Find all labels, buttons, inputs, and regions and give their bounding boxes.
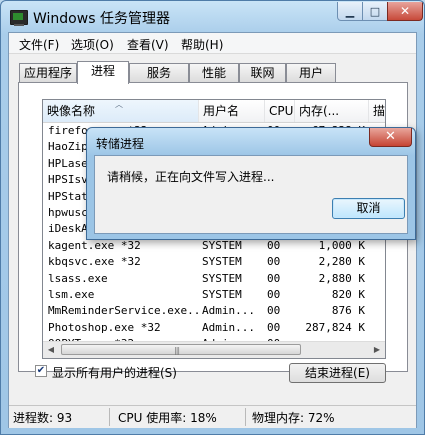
- show-all-users-label[interactable]: 显示所有用户的进程(S): [52, 364, 177, 381]
- task-manager-app-icon: [10, 10, 28, 26]
- close-icon: ✕: [385, 129, 396, 144]
- memory-cell: 2,280 K: [318, 255, 365, 269]
- column-header-memory[interactable]: 内存(...: [295, 100, 369, 122]
- cancel-button[interactable]: 取消: [332, 198, 405, 219]
- memory-cell: 287,824 K: [305, 320, 365, 334]
- grip-icon: |||: [174, 346, 180, 355]
- column-header-user[interactable]: 用户名: [199, 100, 265, 122]
- status-divider: [245, 408, 246, 426]
- dump-process-dialog: 转储进程 ✕ 请稍候，正在向文件写入进程... 取消: [86, 127, 416, 240]
- dialog-title: 转储进程: [96, 137, 145, 151]
- menu-help[interactable]: 帮助(H): [181, 36, 223, 53]
- scrollbar-thumb[interactable]: |||: [61, 344, 301, 355]
- tab-processes[interactable]: 进程: [77, 61, 129, 84]
- title-bar[interactable]: Windows 任务管理器 ▁ □ ✕: [1, 1, 424, 31]
- menu-options[interactable]: 选项(O): [71, 36, 114, 53]
- table-row[interactable]: lsass.exe SYSTEM 00 2,880 K: [43, 270, 385, 287]
- memory-cell: 2,880 K: [318, 271, 365, 285]
- list-header: ︿ 映像名称 用户名 CPU 内存(... 描: [43, 100, 385, 123]
- menu-view[interactable]: 查看(V): [127, 36, 169, 53]
- dialog-close-button[interactable]: ✕: [369, 128, 412, 147]
- close-icon: ✕: [399, 4, 411, 18]
- memory-cell: 876 K: [331, 304, 365, 318]
- dialog-message: 请稍候，正在向文件写入进程...: [107, 170, 275, 184]
- process-name-cell: kbqsvc.exe *32: [48, 255, 141, 269]
- column-header-image-name[interactable]: ︿ 映像名称: [43, 100, 199, 122]
- tab-services[interactable]: 服务: [129, 63, 189, 82]
- dialog-body: 请稍候，正在向文件写入进程... 取消: [94, 155, 408, 234]
- maximize-button[interactable]: □: [362, 2, 388, 21]
- minimize-icon: ▁: [345, 4, 355, 18]
- user-cell: SYSTEM: [202, 288, 242, 301]
- status-divider: [109, 408, 110, 426]
- horizontal-scrollbar[interactable]: ◀ ||| ▶: [43, 341, 385, 358]
- process-name-cell: lsass.exe: [48, 271, 108, 285]
- tab-users[interactable]: 用户: [286, 63, 336, 82]
- window-title: Windows 任务管理器: [33, 11, 170, 27]
- status-process-count: 进程数: 93: [13, 411, 73, 425]
- table-row[interactable]: Photoshop.exe *32 Admin... 00 287,824 K: [43, 319, 385, 336]
- column-header-cpu[interactable]: CPU: [265, 100, 295, 122]
- show-all-users-checkbox[interactable]: ✔: [35, 365, 47, 377]
- table-row[interactable]: MmReminderService.exe... Admin... 00 876 K: [43, 302, 385, 319]
- process-name-cell: lsm.exe: [48, 288, 95, 301]
- scroll-left-icon[interactable]: ◀: [43, 342, 59, 358]
- status-bar: 进程数: 93 CPU 使用率: 18% 物理内存: 72%: [9, 405, 416, 428]
- user-cell: Admin...: [202, 320, 255, 334]
- tab-performance[interactable]: 性能: [189, 63, 239, 82]
- column-header-description[interactable]: 描: [369, 100, 385, 122]
- maximize-icon: □: [369, 4, 381, 18]
- menu-bar: 文件(F) 选项(O) 查看(V) 帮助(H): [9, 33, 416, 54]
- close-button[interactable]: ✕: [387, 2, 423, 21]
- tab-networking[interactable]: 联网: [239, 63, 286, 82]
- end-process-button[interactable]: 结束进程(E): [289, 363, 386, 383]
- table-row[interactable]: lsm.exe SYSTEM 00 820 K: [43, 286, 385, 303]
- status-cpu-usage: CPU 使用率: 18%: [118, 411, 217, 425]
- minimize-button[interactable]: ▁: [337, 2, 363, 21]
- menu-file[interactable]: 文件(F): [19, 36, 59, 53]
- process-name-cell: MmReminderService.exe...: [48, 304, 198, 318]
- tab-applications[interactable]: 应用程序: [19, 63, 77, 82]
- memory-cell: 820 K: [331, 288, 365, 301]
- process-name-cell: Photoshop.exe *32: [48, 320, 161, 334]
- scroll-right-icon[interactable]: ▶: [369, 342, 385, 358]
- status-physical-memory: 物理内存: 72%: [252, 411, 335, 425]
- user-cell: SYSTEM: [202, 255, 242, 269]
- user-cell: Admin...: [202, 304, 255, 318]
- user-cell: SYSTEM: [202, 271, 242, 285]
- sort-arrow-icon: ︿: [115, 100, 123, 109]
- table-row[interactable]: kbqsvc.exe *32 SYSTEM 00 2,280 K: [43, 253, 385, 270]
